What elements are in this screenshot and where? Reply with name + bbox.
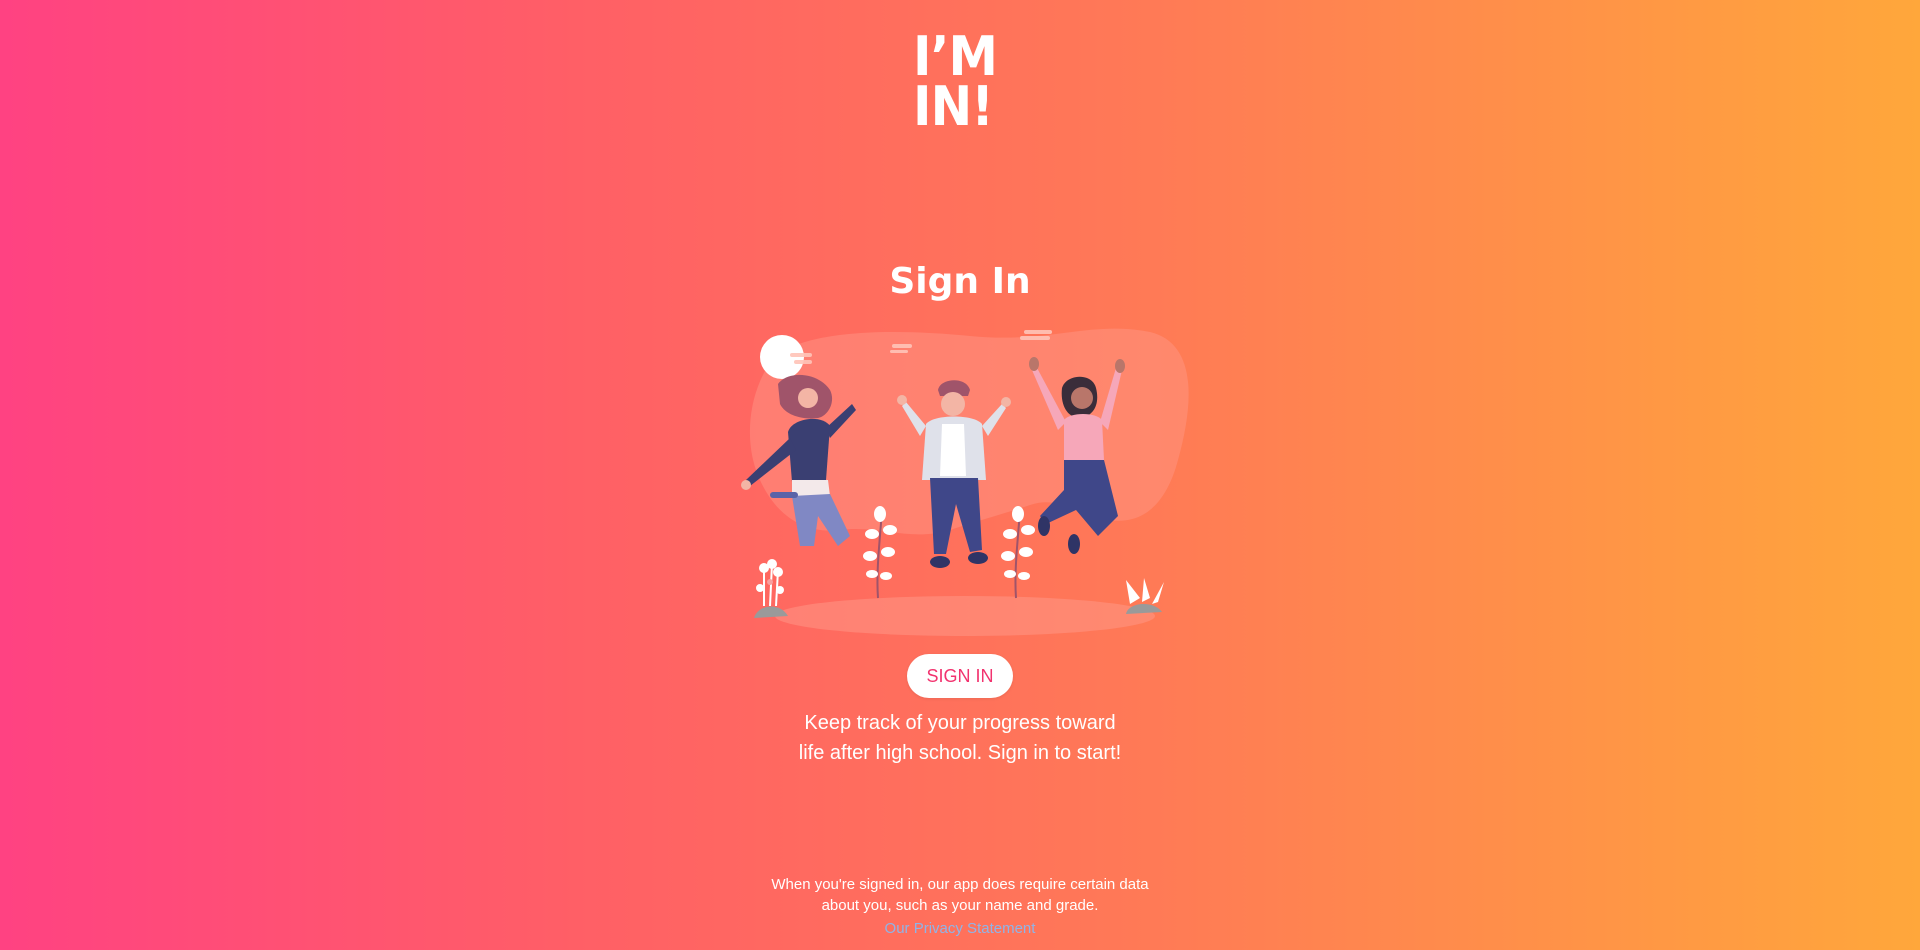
privacy-notice-line-1: When you're signed in, our app does requ… <box>771 876 1149 893</box>
privacy-notice: When you're signed in, our app does requ… <box>0 874 1920 939</box>
sign-in-button[interactable]: SIGN IN <box>907 654 1013 698</box>
grass-tuft-right <box>1126 578 1164 614</box>
tagline-line-2: life after high school. Sign in to start… <box>798 742 1122 764</box>
tagline-line-1: Keep track of your progress toward <box>804 712 1116 734</box>
logo-line-1: I’M <box>913 25 998 88</box>
flower-bush-left <box>754 559 788 618</box>
ground <box>775 596 1155 636</box>
logo-line-2: IN! <box>913 75 994 138</box>
privacy-notice-line-2: about you, such as your name and grade. <box>821 897 1099 914</box>
plant-middle-right <box>1001 506 1035 599</box>
privacy-statement-link[interactable]: Our Privacy Statement <box>885 918 1036 939</box>
page-title: Sign In <box>889 261 1031 302</box>
jumping-people-illustration <box>741 328 1189 636</box>
app-logo: I’M IN! <box>913 25 1007 138</box>
tagline: Keep track of your progress toward life … <box>0 708 1920 768</box>
